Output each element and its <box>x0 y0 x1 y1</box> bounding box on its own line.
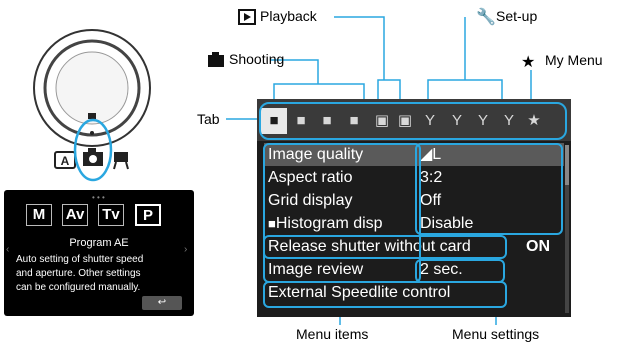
image-review-highlight <box>415 259 505 283</box>
menu-items-highlight <box>263 143 421 283</box>
menu-items-label: Menu items <box>296 326 369 342</box>
speedlite-highlight <box>263 281 507 308</box>
scrollbar-thumb[interactable] <box>565 145 569 185</box>
wrench-icon: 🔧 <box>476 9 496 26</box>
setup-label: Set-up <box>496 8 538 24</box>
menu-item-value: ON <box>526 238 550 255</box>
play-icon <box>238 9 256 25</box>
shooting-label: Shooting <box>229 51 285 67</box>
mymenu-label: My Menu <box>545 52 603 68</box>
tab-highlight <box>259 102 567 140</box>
menu-settings-highlight <box>415 143 563 235</box>
playback-label: Playback <box>260 8 317 24</box>
camera-icon <box>208 52 224 67</box>
menu-settings-label: Menu settings <box>452 326 540 342</box>
camera-menu-screen: ■ ■ ■ ■ ▣ ▣ Y Y Y Y ★ Image quality ◢L A… <box>257 99 571 317</box>
tab-label: Tab <box>197 111 220 127</box>
release-shutter-highlight <box>263 235 507 259</box>
star-icon: ★ <box>521 54 536 71</box>
